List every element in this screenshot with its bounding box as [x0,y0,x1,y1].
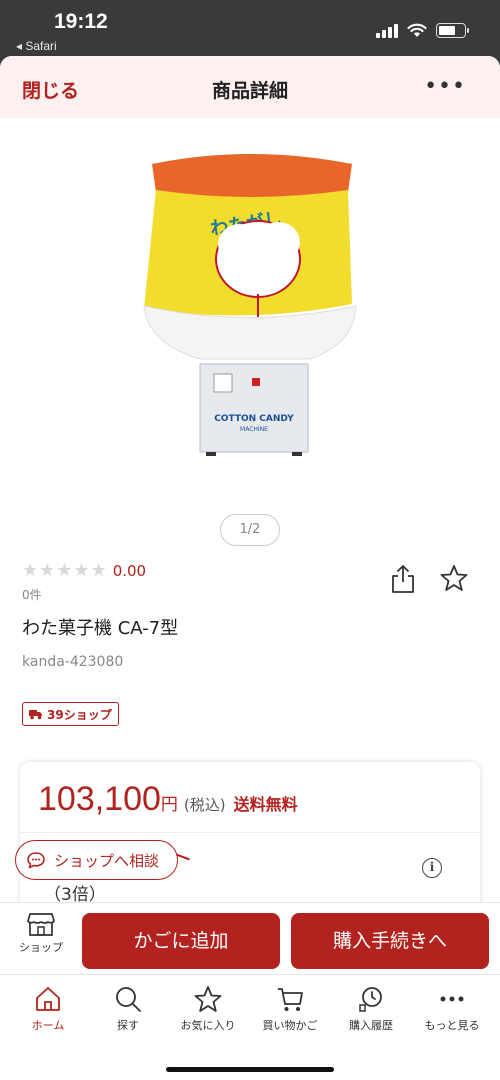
info-icon[interactable]: i [422,858,442,878]
tab-label: 購入履歴 [349,1019,393,1032]
product-image[interactable]: わたがし COTTON CANDY MACHINE [130,134,370,464]
tab-favorites[interactable]: お気に入り [168,985,248,1033]
rating-row[interactable]: ★ ★ ★ ★ ★ 0.00 [22,562,147,581]
more-icon [440,996,464,1002]
home-icon [36,987,60,1011]
tab-history[interactable]: 購入履歴 [331,985,411,1033]
tab-label: もっと見る [424,1019,480,1032]
checkout-button[interactable]: 購入手続きへ [291,913,489,969]
product-name: わた菓子機 CA-7型 [22,618,179,639]
star-icon [194,986,222,1012]
tab-cart[interactable]: 買い物かご [250,985,330,1033]
history-icon [359,987,382,1012]
tab-more[interactable]: もっと見る [412,985,492,1033]
chat-bubble-icon [27,852,45,869]
tab-label: お気に入り [180,1019,236,1032]
image-pager: 1/2 [220,514,280,546]
product-image-sublabel: MACHINE [240,426,268,433]
action-bar: ショップ かごに追加 購入手続きへ [0,902,500,972]
store-icon [27,913,55,936]
rating-star-icon: ★ [22,560,39,581]
rating-star-icon: ★ [56,560,73,581]
status-time: 19:12 [54,10,108,33]
back-to-safari[interactable]: ◂ Safari [16,39,57,53]
product-detail-sheet: 閉じる 商品詳細 ••• わたがし COTTON CANDY MACHINE 1… [0,56,500,1080]
free-shipping-label: 送料無料 [233,795,298,814]
battery-icon [436,22,469,38]
tab-label: 買い物かご [262,1019,318,1032]
tab-bar: ホーム 探す お気に入り 買い物かご 購入履歴 もっと見る [0,974,500,1080]
price-tax-label: (税込) [183,796,226,814]
tab-search[interactable]: 探す [88,985,168,1033]
price-currency: 円 [160,795,178,815]
price-row: 103,100 円 (税込) 送料無料 [38,780,298,819]
product-sku: kanda-423080 [22,654,124,670]
rating-value: 0.00 [112,562,147,580]
card-divider [20,832,480,833]
rating-star-icon: ★ [73,560,90,581]
rating-stars: ★ ★ ★ ★ ★ [22,562,107,580]
truck-icon [29,709,42,719]
rating-star-icon: ★ [90,560,107,581]
add-to-cart-button[interactable]: かごに追加 [82,913,280,969]
review-count[interactable]: 0件 [22,586,42,603]
status-bar: 19:12 ◂ Safari [0,0,500,56]
home-indicator [166,1067,334,1072]
nav-header: 閉じる 商品詳細 ••• [0,56,500,118]
product-image-label: COTTON CANDY [214,414,294,424]
tab-label: 探す [117,1019,139,1032]
shop-consult-button[interactable]: ショップへ相談 [15,840,178,880]
search-icon [116,987,141,1012]
favorite-star-icon[interactable] [440,564,468,592]
shop-button[interactable]: ショップ [16,911,66,955]
tab-label: ホーム [31,1019,65,1032]
wifi-icon [407,23,427,37]
cellular-signal-icon [376,22,398,38]
price-amount: 103,100 [38,780,161,818]
status-icons [376,22,469,38]
tab-home[interactable]: ホーム [8,985,88,1033]
more-icon[interactable]: ••• [424,74,466,99]
cart-icon [278,988,303,1011]
share-icon[interactable] [390,564,416,594]
badge-39-shop: 39ショップ [22,702,119,726]
badge-39-label: 39ショップ [47,707,112,722]
rating-star-icon: ★ [39,560,56,581]
shop-consult-label: ショップへ相談 [54,851,160,870]
shop-button-label: ショップ [19,941,63,954]
